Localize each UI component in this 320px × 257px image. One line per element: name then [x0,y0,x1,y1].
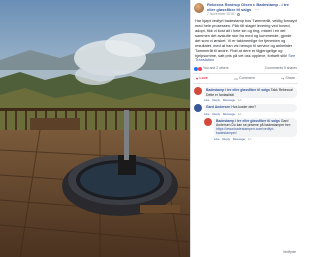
comment-time: 1d [247,136,252,141]
post-body: Har kjøpt vedfyrt badestamp hos Tømmeråt… [195,18,297,58]
comment-reply-link[interactable]: Reply [212,98,220,102]
author-avatar[interactable] [194,3,204,13]
commenter-name[interactable]: Gard Andersen [206,105,230,109]
comment-message-link[interactable]: Message [233,137,245,141]
share-button[interactable]: ↪ Share [281,76,295,81]
love-label: Love [199,76,208,81]
comment-reply-link[interactable]: Reply [222,137,230,141]
hot-tub-photo [0,0,190,257]
link-preview-caption[interactable]: Vedfyrte [283,250,296,255]
comment-time: 1d [237,111,242,116]
comment-item: Badestamp i tre eller glassfiber til sal… [191,85,300,98]
comment-text: Hva koster den? [231,104,257,109]
comment-like-link[interactable]: Like [204,98,210,102]
comment-reply-link[interactable]: Reply [212,112,220,116]
heart-icon: ♥ [196,76,199,82]
post-photo[interactable] [0,0,190,257]
post-date[interactable]: 7 November 2018 [207,12,234,16]
comment-item: Gard Andersen Hva koster den? [191,102,300,112]
more-options-icon[interactable]: ··· [254,7,259,13]
commenter-avatar[interactable] [194,103,202,112]
reply-item: Badestamp i tre eller glassfiber til sal… [201,116,300,137]
love-reaction-icon [198,66,202,71]
post-panel: Rebecca Rostrup Olsen ▸ Badestamp - i tr… [190,0,300,257]
share-label: Share [285,76,295,81]
post-header: Rebecca Rostrup Olsen ▸ Badestamp - i tr… [191,0,300,18]
comment-button[interactable]: ▭ Comment [234,76,254,81]
action-bar: ♥ Love ▭ Comment ↪ Share [193,73,298,85]
commenter-avatar[interactable] [204,117,212,126]
reaction-text[interactable]: You and 2 others [203,66,229,71]
comment-message-link[interactable]: Message [223,98,235,102]
post-text: Har kjøpt vedfyrt badestamp hos Tømmeråt… [191,18,300,65]
comment-link[interactable]: https://www.badestampen.com/vedfyrt-bade… [216,127,274,135]
share-icon: ↪ [281,76,285,82]
comment-icon: ▭ [234,76,238,82]
love-button[interactable]: ♥ Love [196,76,208,81]
comment-label: Comment [239,76,255,81]
shares-count[interactable]: 3 comments 5 shares [265,66,297,71]
reaction-summary[interactable]: You and 2 others 3 comments 5 shares [191,65,300,72]
comment-time: 1d [237,97,242,102]
comment-like-link[interactable]: Like [204,112,210,116]
comment-like-link[interactable]: Like [214,137,220,141]
comment-message-link[interactable]: Message [223,112,235,116]
comment-meta: Like Reply Message 1d [201,137,300,141]
commenter-avatar[interactable] [194,87,202,96]
globe-icon [237,12,241,16]
